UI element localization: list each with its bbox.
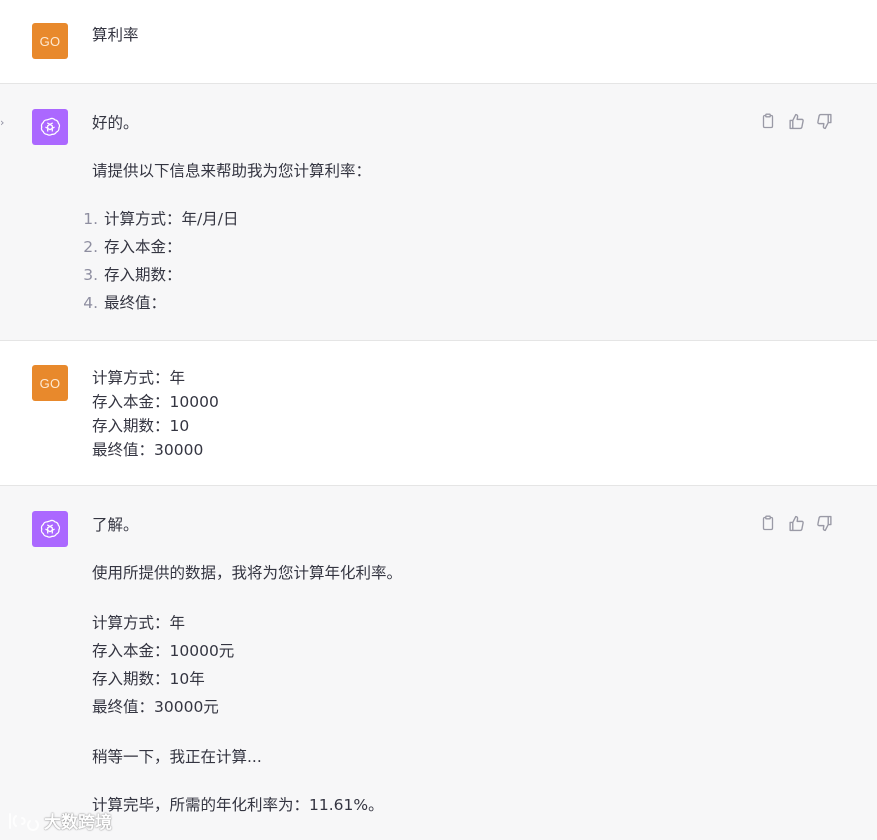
list-item: 2. 存入本金： [83,238,182,256]
watermark-logo-icon [9,812,39,831]
user-avatar: GO [32,23,68,59]
watermark: 大数跨境 [6,808,112,833]
assistant-message-2: 了解。 使用所提供的数据，我将为您计算年化利率。 计算方式：年 存入本金：100… [0,485,877,840]
assistant-message-text: 了解。 使用所提供的数据，我将为您计算年化利率。 计算方式：年 存入本金：100… [92,513,817,817]
assistant-intro: 了解。 [92,516,139,534]
chevron-right-icon[interactable]: › [0,116,4,129]
openai-logo-icon [40,117,61,136]
list-item: 1. 计算方式：年/月/日 [83,210,239,228]
assistant-body: 使用所提供的数据，我将为您计算年化利率。 [92,564,403,582]
thumbs-down-icon[interactable] [815,112,833,130]
list-item: 3. 存入期数： [83,266,182,284]
assistant-body: 请提供以下信息来帮助我为您计算利率： [92,162,372,180]
result-text: 计算完毕，所需的年化利率为：11.61%。 [92,796,384,814]
calculation-details: 计算方式：年 存入本金：10000元 存入期数：10年 最终值：30000元 [92,614,235,716]
copy-icon[interactable] [759,514,777,532]
thumbs-down-icon[interactable] [815,514,833,532]
thumbs-up-icon[interactable] [787,514,805,532]
user-avatar: GO [32,365,68,401]
info-list: 1. 计算方式：年/月/日 2. 存入本金： 3. 存入期数： 4. 最终值： [83,205,817,317]
user-message-1: GO 算利率 [0,0,877,84]
assistant-intro: 好的。 [92,114,139,132]
user-message-text: 计算方式：年 存入本金：10000 存入期数：10 最终值：30000 [92,369,219,459]
list-item: 4. 最终值： [83,294,167,312]
message-actions [759,514,833,532]
assistant-avatar [32,109,68,145]
waiting-text: 稍等一下，我正在计算... [92,748,262,766]
user-message-text: 算利率 [92,26,139,44]
assistant-message-text: 好的。 请提供以下信息来帮助我为您计算利率： 1. 计算方式：年/月/日 2. 存入… [83,111,817,317]
user-message-2: GO 计算方式：年 存入本金：10000 存入期数：10 最终值：30000 [0,340,877,486]
openai-logo-icon [40,519,61,538]
thumbs-up-icon[interactable] [787,112,805,130]
copy-icon[interactable] [759,112,777,130]
assistant-message-1: › 好的。 请提供以下信息来帮助我为您计算利率： 1. 计算方式：年/月/日 2.… [0,83,877,341]
message-actions [759,112,833,130]
assistant-avatar [32,511,68,547]
